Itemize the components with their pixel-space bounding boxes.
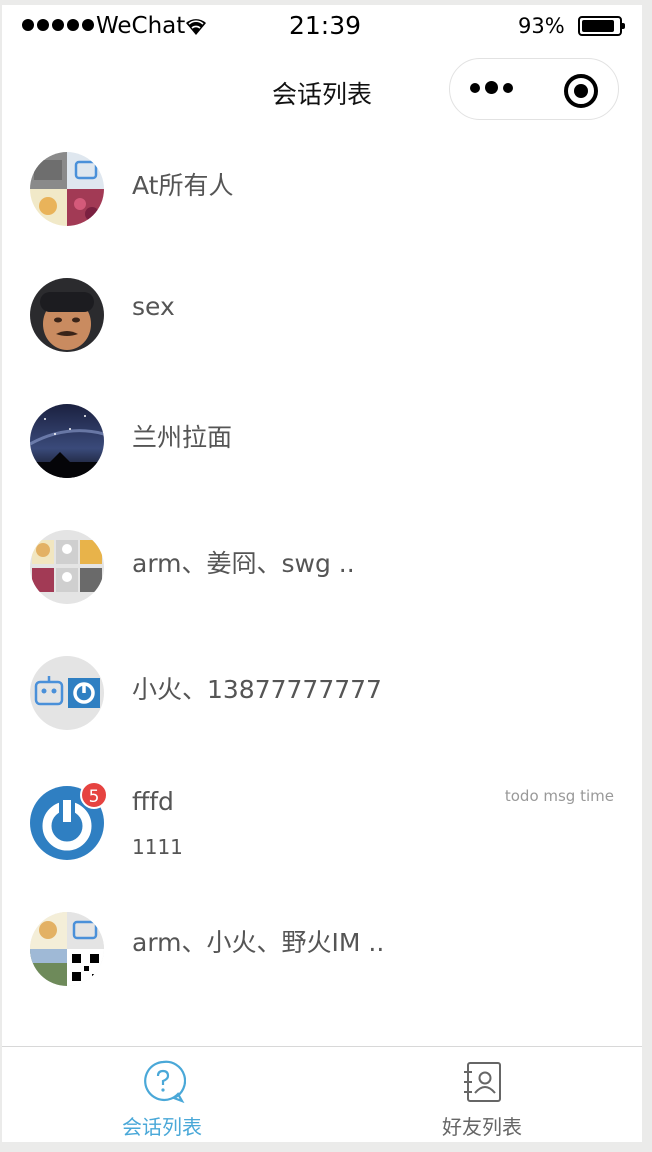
conversation-time: todo msg time — [504, 787, 614, 805]
unread-badge: 5 — [80, 781, 108, 809]
battery-percent: 93% — [518, 14, 565, 38]
battery-icon — [578, 16, 625, 36]
conversation-name: arm、小火、野火IM .. — [132, 928, 385, 957]
conversation-name: 小火、13877777777 — [132, 675, 382, 704]
night-sky-avatar — [30, 404, 104, 478]
group-avatar — [30, 912, 104, 986]
conversation-item[interactable]: arm、小火、野火IM .. — [2, 887, 642, 1013]
tab-contacts[interactable]: 好友列表 — [322, 1047, 642, 1142]
group-avatar — [30, 530, 104, 604]
chat-question-icon — [144, 1060, 186, 1104]
conversation-item[interactable]: At所有人 — [2, 131, 642, 257]
conversation-name: arm、姜冏、swg .. — [132, 549, 355, 578]
contacts-book-icon — [464, 1062, 501, 1102]
conversation-item[interactable]: 小火、13877777777 — [2, 635, 642, 761]
signal-strength-icon — [22, 19, 94, 31]
conversation-last-message: 1111 — [132, 835, 183, 859]
group-avatar — [30, 656, 104, 730]
more-dots-icon[interactable] — [470, 81, 513, 94]
carrier-name: WeChat — [96, 13, 186, 39]
conversation-name: sex — [132, 292, 175, 321]
group-avatar — [30, 152, 104, 226]
tab-bar: 会话列表 好友列表 — [2, 1046, 642, 1142]
target-circle-icon[interactable] — [564, 74, 598, 108]
conversation-name: 兰州拉面 — [132, 423, 233, 452]
status-bar: WeChat 21:39 93% — [2, 5, 642, 45]
conversation-item[interactable]: sex — [2, 257, 642, 383]
conversation-item[interactable]: 兰州拉面 — [2, 383, 642, 509]
conversation-name: fffd — [132, 787, 174, 816]
conversation-name: At所有人 — [132, 171, 234, 200]
conversation-item[interactable]: arm、姜冏、swg .. — [2, 509, 642, 635]
person-avatar — [30, 278, 104, 352]
mini-program-capsule — [449, 58, 619, 120]
conversation-item[interactable]: 5 fffd todo msg time 1111 — [2, 761, 642, 887]
status-time: 21:39 — [289, 11, 362, 40]
tab-label: 好友列表 — [442, 1115, 522, 1139]
tab-label: 会话列表 — [122, 1115, 202, 1139]
wifi-icon — [186, 19, 206, 35]
phone-screen: WeChat 21:39 93% 会话列表 At所有人 sex 兰州拉面 arm… — [2, 5, 642, 1142]
tab-conversations[interactable]: 会话列表 — [2, 1047, 322, 1142]
